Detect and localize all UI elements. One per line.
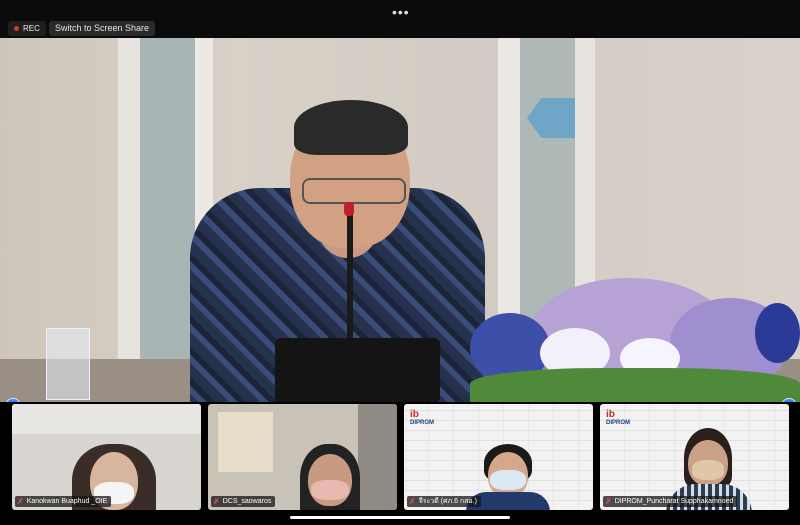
logo-mark: ib [606,409,615,420]
participant-name: จีระวดี (ศภ.6 กสอ.) [418,498,477,505]
flower-arrangement [470,268,800,403]
muted-mic-icon: ✗ [17,497,24,506]
diprom-logo: ib DIPROM [606,409,630,426]
participant-tile[interactable]: ib DIPROM ✗ DIPROM_Puncharat Supphakamno… [600,404,789,510]
diprom-logo: ib DIPROM [410,409,434,426]
background-frame [218,412,273,472]
glasses [302,178,406,204]
wall-pillar [118,38,140,403]
home-indicator[interactable] [290,516,510,519]
participant-name: DCS_saowaros [222,498,272,505]
participant-name-label: ✗ Kanokwan Buaphud _OIE [15,496,112,507]
participant-tile[interactable]: ✗ Kanokwan Buaphud _OIE [12,404,201,510]
active-speaker-video [0,38,800,403]
rec-label: REC [23,24,40,33]
ceiling [12,404,201,434]
participant-tile[interactable]: ib DIPROM ✗ จีระวดี (ศภ.6 กสอ.) [404,404,593,510]
participant-name-label: ✗ DCS_saowaros [211,496,276,507]
switch-to-screen-share-button[interactable]: Switch to Screen Share [49,21,156,36]
background-door [358,404,397,510]
water-glass [46,328,90,400]
monitor [275,338,440,403]
window-panel [140,38,195,403]
logo-mark: ib [410,409,419,420]
face-mask [490,470,526,490]
rec-indicator: REC [8,21,46,36]
muted-mic-icon: ✗ [213,497,220,506]
participant-name-label: ✗ DIPROM_Puncharat Supphakamnoed [603,496,738,507]
speaker-hair [294,100,408,155]
muted-mic-icon: ✗ [409,497,416,506]
more-options-icon[interactable]: ••• [392,4,410,20]
muted-mic-icon: ✗ [605,497,612,506]
participant-name: DIPROM_Puncharat Supphakamnoed [614,498,734,505]
record-dot-icon [14,26,19,31]
participant-name: Kanokwan Buaphud _OIE [26,498,108,505]
participant-name-label: ✗ จีระวดี (ศภ.6 กสอ.) [407,496,481,507]
face-mask [692,460,724,480]
top-bar: ••• REC Switch to Screen Share [0,0,800,38]
face-mask [311,480,349,500]
logo-text: DIPROM [606,420,630,426]
participant-tile[interactable]: ✗ DCS_saowaros [208,404,397,510]
logo-text: DIPROM [410,420,434,426]
microphone-light [344,202,354,216]
